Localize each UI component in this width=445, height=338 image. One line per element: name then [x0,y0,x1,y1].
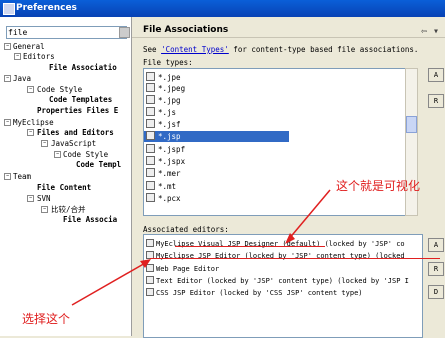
arrow-line [287,189,331,241]
arrow-head [285,233,295,244]
annotation-arrows [71,189,331,306]
arrow-line [71,261,148,306]
arrow-head [140,259,151,268]
